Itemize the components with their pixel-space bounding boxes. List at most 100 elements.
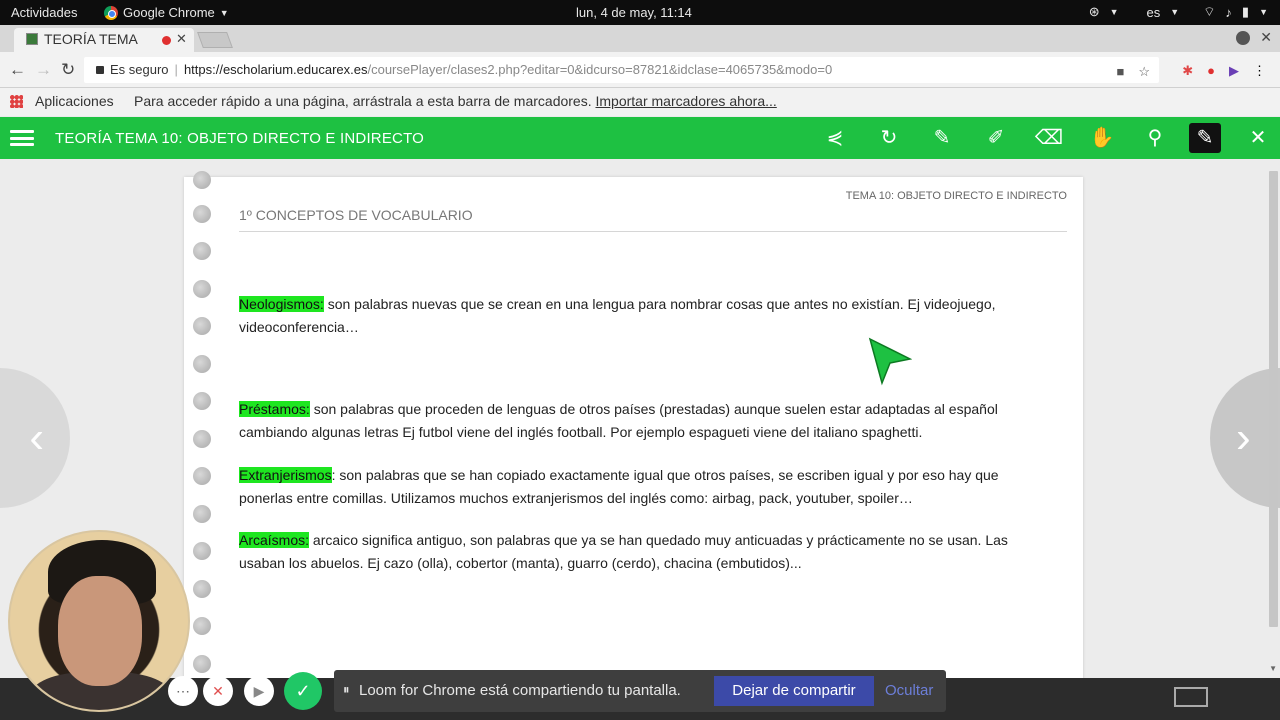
pen-active-icon[interactable]: ✎	[1189, 123, 1221, 153]
lock-icon	[96, 66, 104, 74]
eraser-icon[interactable]: ⌫	[1033, 123, 1065, 153]
vocab-term: Extranjerismos	[239, 467, 332, 483]
loom-extension-icon[interactable]: ✱	[1182, 63, 1193, 79]
extensions: ✱ ● ▶ ⋮	[1182, 63, 1266, 79]
finish-recording-icon[interactable]: ✓	[284, 672, 322, 710]
binder-hole	[193, 430, 211, 448]
binder-hole	[193, 467, 211, 485]
binder-hole	[193, 580, 211, 598]
battery-icon[interactable]: ▮	[1242, 4, 1249, 20]
omnibox[interactable]: Es seguro | https://escholarium.educarex.e…	[84, 57, 1159, 83]
window-switcher-icon[interactable]	[1174, 687, 1208, 707]
binder-hole	[193, 617, 211, 635]
notebook-page: TEMA 10: OBJETO DIRECTO E INDIRECTO 1º C…	[184, 171, 1083, 678]
close-tab-icon[interactable]: ✕	[176, 31, 187, 47]
refresh-icon[interactable]: ↻	[873, 123, 905, 153]
wifi-icon[interactable]: ⌔	[1203, 4, 1215, 20]
play-extension-icon[interactable]: ▶	[1229, 63, 1239, 79]
binder-hole	[193, 317, 211, 335]
binder-holes	[193, 171, 213, 678]
app-menu[interactable]: Google Chrome ▼	[104, 5, 229, 20]
share-message: Loom for Chrome está compartiendo tu pan…	[359, 682, 681, 699]
browser-tab[interactable]: TEORÍA TEMA ✕	[14, 28, 194, 52]
marker-icon[interactable]: ✐	[980, 123, 1012, 153]
vocab-definition: arcaico significa antiguo, son palabras …	[239, 532, 1008, 571]
forward-icon[interactable]: →	[35, 60, 52, 80]
activities-button[interactable]: Actividades	[11, 5, 77, 20]
hand-icon[interactable]: ✋	[1086, 123, 1118, 153]
webcam-face	[58, 576, 142, 686]
profile-icon[interactable]	[1236, 31, 1250, 45]
reload-icon[interactable]: ↻	[61, 60, 75, 80]
bookmarks-hint: Para acceder rápido a una página, arrást…	[134, 93, 777, 109]
search-icon[interactable]: ⚲	[1139, 123, 1171, 153]
heading-divider	[239, 231, 1067, 232]
lesson-title: TEORÍA TEMA 10: OBJETO DIRECTO E INDIREC…	[55, 130, 425, 147]
vocab-term: Préstamos:	[239, 401, 310, 417]
bookmarks-bar: Aplicaciones Para acceder rápido a una p…	[0, 88, 1280, 116]
bookmark-star-icon[interactable]: ☆	[1138, 64, 1150, 80]
share-icon[interactable]: ⋞	[819, 123, 851, 153]
vocab-definition: son palabras nuevas que se crean en una …	[239, 296, 996, 335]
laser-pointer-icon	[868, 337, 912, 386]
back-icon[interactable]: ←	[9, 60, 26, 80]
chevron-down-icon: ▼	[219, 7, 229, 18]
vocab-item: Neologismos: son palabras nuevas que se …	[239, 293, 1034, 339]
binder-hole	[193, 542, 211, 560]
pencil-icon[interactable]: ✎	[926, 123, 958, 153]
close-icon[interactable]: ✕	[1242, 123, 1274, 153]
chevron-down-icon: ▼	[1259, 7, 1268, 17]
previous-page-button[interactable]: ‹	[0, 368, 70, 508]
apps-shortcut[interactable]: Aplicaciones	[35, 93, 114, 109]
import-bookmarks-link[interactable]: Importar marcadores ahora...	[596, 93, 777, 109]
chevron-down-icon: ▼	[1170, 7, 1180, 17]
vocab-term: Neologismos:	[239, 296, 324, 312]
apps-grid-icon[interactable]	[10, 95, 23, 108]
vocab-item: Arcaísmos: arcaico significa antiguo, so…	[239, 529, 1034, 575]
url-path: /coursePlayer/clases2.php?editar=0&idcur…	[367, 62, 833, 77]
new-tab-button[interactable]	[197, 32, 233, 48]
omnibox-actions: ■ ☆	[1116, 64, 1150, 80]
chevron-down-icon: ▼	[1109, 7, 1119, 17]
accessibility-icon[interactable]: ⊛	[1089, 4, 1100, 20]
binder-hole	[193, 655, 211, 673]
binder-hole	[193, 505, 211, 523]
chevron-left-icon: ‹	[29, 413, 44, 462]
binder-hole	[193, 392, 211, 410]
vocab-definition: : son palabras que se han copiado exacta…	[239, 467, 999, 506]
camera-icon[interactable]: ■	[1116, 64, 1124, 80]
vocab-definition: son palabras que proceden de lenguas de …	[239, 401, 998, 440]
page-breadcrumb: TEMA 10: OBJETO DIRECTO E INDIRECTO	[845, 190, 1067, 202]
section-heading: 1º CONCEPTOS DE VOCABULARIO	[239, 207, 473, 223]
scrollbar[interactable]	[1269, 171, 1278, 627]
record-extension-icon[interactable]: ●	[1207, 63, 1215, 79]
close-window-icon[interactable]: ✕	[1260, 29, 1272, 46]
pause-icon: ⏸	[343, 682, 350, 697]
hamburger-menu-icon[interactable]	[10, 130, 34, 146]
binder-hole	[193, 280, 211, 298]
binder-hole	[193, 242, 211, 260]
vocab-item: Préstamos: son palabras que proceden de …	[239, 398, 1034, 444]
system-tray: ⊛ ▼ es ▼ ⌔ ♪ ▮ ▼	[1089, 4, 1268, 20]
chrome-icon	[104, 5, 118, 20]
volume-icon[interactable]: ♪	[1225, 5, 1232, 20]
webcam-bubble[interactable]	[8, 530, 190, 712]
binder-hole	[193, 355, 211, 373]
favicon-icon	[26, 33, 38, 45]
url-host: https://escholarium.educarex.es	[183, 62, 368, 77]
stop-sharing-button[interactable]: Dejar de compartir	[714, 676, 874, 706]
binder-hole	[193, 205, 211, 223]
cancel-recording-icon[interactable]: ✕	[203, 676, 233, 706]
scroll-down-icon[interactable]: ▼	[1269, 664, 1277, 673]
language-indicator[interactable]: es	[1147, 5, 1161, 20]
hide-banner-button[interactable]: Ocultar	[885, 682, 933, 699]
chrome-menu-icon[interactable]: ⋮	[1253, 63, 1266, 79]
more-options-icon[interactable]: ⋯	[168, 676, 198, 706]
clock[interactable]: lun, 4 de may, 11:14	[576, 5, 692, 20]
recording-icon	[162, 36, 171, 45]
system-top-bar: Actividades Google Chrome ▼ lun, 4 de ma…	[0, 0, 1280, 25]
app-name: Google Chrome	[123, 5, 215, 20]
security-label: Es seguro	[110, 62, 169, 77]
address-toolbar: ← → ↻ Es seguro | https://escholarium.educ…	[0, 52, 1280, 88]
pause-recording-icon[interactable]: ▶	[244, 676, 274, 706]
